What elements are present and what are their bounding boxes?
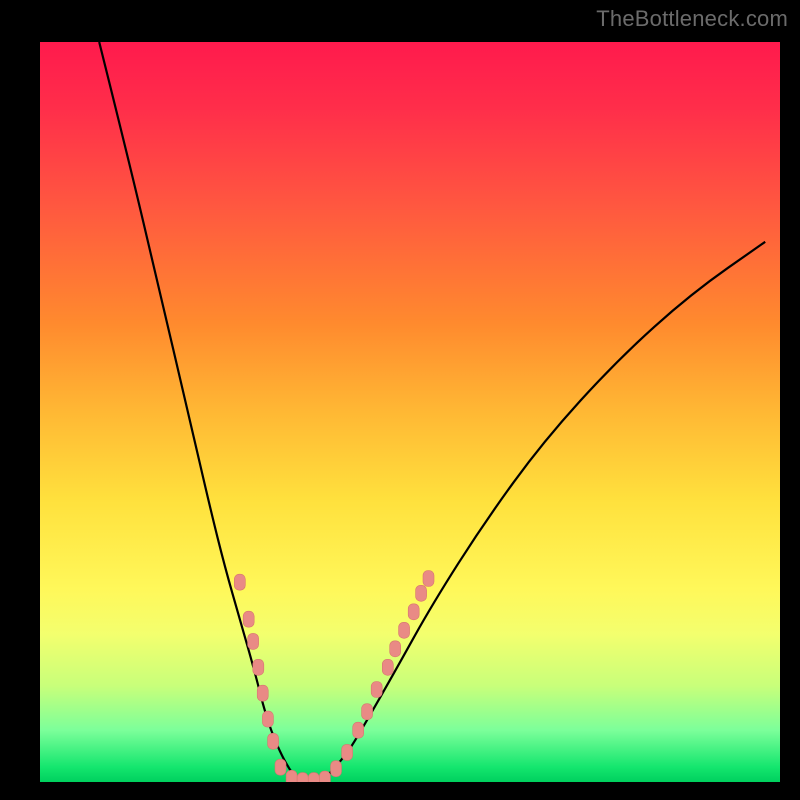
chart-frame (40, 42, 780, 782)
chart-background-gradient (40, 42, 780, 782)
watermark-text: TheBottleneck.com (596, 6, 788, 32)
